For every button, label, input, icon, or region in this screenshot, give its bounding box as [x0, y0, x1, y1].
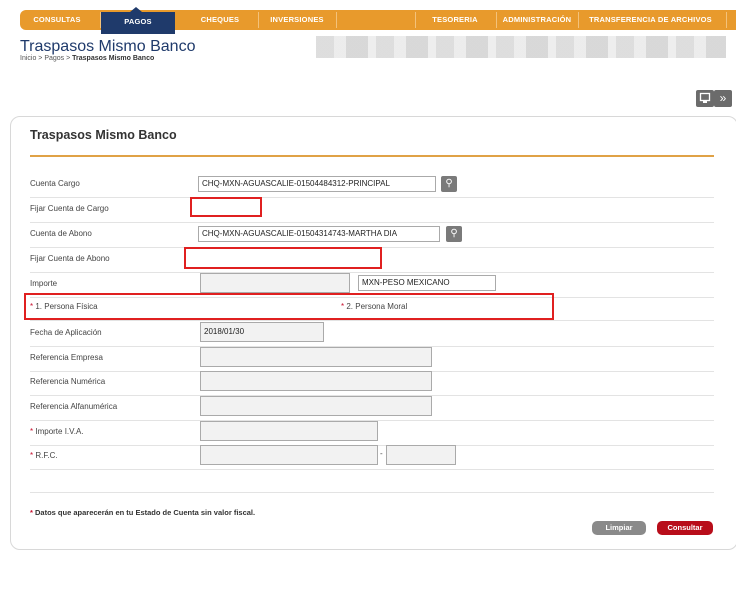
rfc-homoclave-input[interactable]: [386, 445, 456, 465]
nav-separator: [336, 12, 337, 28]
fecha-input[interactable]: 2018/01/30: [200, 322, 324, 342]
breadcrumb-current: Traspasos Mismo Banco: [72, 55, 155, 62]
search-cuenta-abono-button[interactable]: ⚲: [446, 226, 462, 242]
moneda-select[interactable]: MXN-PESO MEXICANO: [358, 275, 496, 291]
tab-consultas[interactable]: CONSULTAS: [20, 10, 94, 30]
fiscal-note: * Datos que aparecerán en tu Estado de C…: [30, 508, 256, 517]
ref-numerica-label: Referencia Numérica: [30, 377, 106, 386]
tab-administracion[interactable]: ADMINISTRACIÓN: [497, 10, 577, 30]
cuenta-cargo-label: Cuenta Cargo: [30, 179, 80, 188]
cuenta-cargo-select[interactable]: CHQ-MXN-AGUASCALIE-01504484312-PRINCIPAL: [198, 176, 436, 192]
tab-pagos[interactable]: PAGOS: [101, 12, 175, 34]
ref-alfa-label: Referencia Alfanumérica: [30, 402, 118, 411]
row-ref-alfanumerica: Referencia Alfanumérica: [30, 395, 714, 421]
highlight-box: [190, 197, 262, 217]
ref-empresa-input[interactable]: [200, 347, 432, 367]
top-navigation: CONSULTAS PAGOS CHEQUES INVERSIONES TESO…: [0, 0, 736, 34]
magnifier-icon: ⚲: [450, 228, 458, 239]
tab-transferencia-archivos[interactable]: TRANSFERENCIA DE ARCHIVOS: [579, 10, 722, 30]
breadcrumb-path[interactable]: Inicio > Pagos >: [20, 55, 72, 62]
fijar-cargo-label: Fijar Cuenta de Cargo: [30, 204, 109, 213]
tab-cheques[interactable]: CHEQUES: [186, 10, 254, 30]
row-ref-numerica: Referencia Numérica: [30, 370, 714, 396]
page-title: Traspasos Mismo Banco: [20, 38, 196, 55]
importe-input[interactable]: [200, 273, 350, 293]
fijar-abono-label: Fijar Cuenta de Abono: [30, 254, 110, 263]
fecha-label: Fecha de Aplicación: [30, 328, 102, 337]
double-chevron-right-icon[interactable]: »: [714, 90, 732, 107]
tab-inversiones[interactable]: INVERSIONES: [258, 10, 336, 30]
row-fijar-cargo: Fijar Cuenta de Cargo: [30, 197, 714, 223]
limpiar-button[interactable]: Limpiar: [592, 521, 646, 535]
iva-label: * Importe I.V.A.: [30, 427, 84, 436]
print-icon[interactable]: [696, 90, 714, 107]
ref-alfa-input[interactable]: [200, 396, 432, 416]
cuenta-abono-select[interactable]: CHQ-MXN-AGUASCALIE-01504314743-MARTHA DI…: [198, 226, 440, 242]
highlight-box: [24, 293, 554, 320]
row-rfc: * R.F.C.: [30, 444, 714, 470]
iva-input[interactable]: [200, 421, 378, 441]
cuenta-abono-label: Cuenta de Abono: [30, 229, 92, 238]
rfc-label: * R.F.C.: [30, 451, 58, 460]
row-spacer: [30, 468, 714, 493]
breadcrumb: Inicio > Pagos > Traspasos Mismo Banco: [20, 55, 154, 62]
ref-numerica-input[interactable]: [200, 371, 432, 391]
nav-separator: [726, 12, 727, 28]
magnifier-icon: ⚲: [445, 178, 453, 189]
rfc-input[interactable]: [200, 445, 378, 465]
panel-title: Traspasos Mismo Banco: [30, 128, 177, 142]
consultar-button[interactable]: Consultar: [657, 521, 713, 535]
row-cuenta-cargo: Cuenta Cargo CHQ-MXN-AGUASCALIE-01504484…: [30, 172, 714, 198]
search-cuenta-cargo-button[interactable]: ⚲: [441, 176, 457, 192]
row-cuenta-abono: Cuenta de Abono CHQ-MXN-AGUASCALIE-01504…: [30, 222, 714, 248]
row-importe-iva: * Importe I.V.A.: [30, 420, 714, 446]
toolbar-icons: »: [696, 90, 732, 108]
row-fecha: Fecha de Aplicación 2018/01/30: [30, 321, 714, 347]
ref-empresa-label: Referencia Empresa: [30, 353, 103, 362]
highlight-box: [184, 247, 382, 269]
tab-tesoreria[interactable]: TESORERIA: [416, 10, 494, 30]
redacted-info-area: [316, 36, 726, 58]
importe-label: Importe: [30, 279, 58, 288]
title-divider: [30, 155, 714, 157]
row-ref-empresa: Referencia Empresa: [30, 346, 714, 372]
rfc-separator: -: [380, 449, 383, 458]
